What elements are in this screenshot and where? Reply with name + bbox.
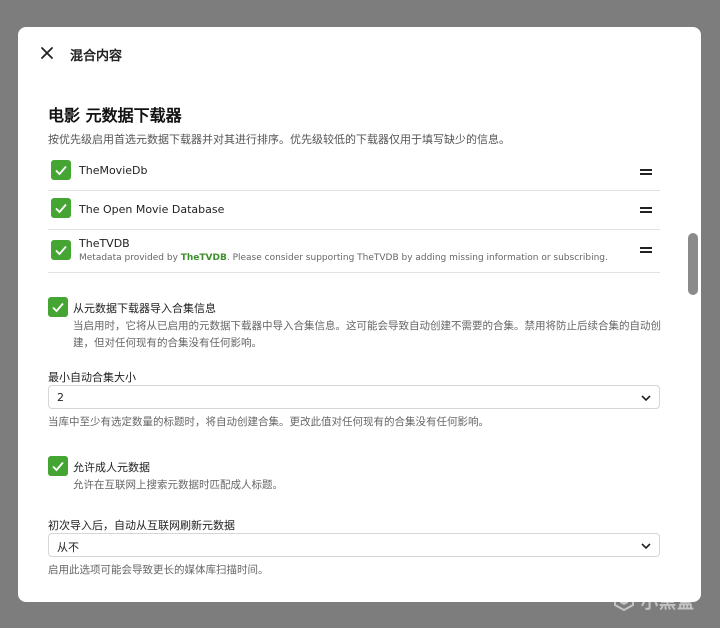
selected-value: 2 <box>57 391 64 404</box>
watermark-text: 小黑盒 <box>641 592 695 613</box>
adult-metadata-description: 允许在互联网上搜索元数据时匹配成人标题。 <box>73 479 283 491</box>
chevron-down-icon <box>641 543 651 550</box>
import-collections-checkbox[interactable] <box>48 297 68 317</box>
adult-metadata-label: 允许成人元数据 <box>73 461 150 474</box>
check-icon <box>55 245 67 256</box>
fetcher-name: TheTVDB <box>79 237 130 250</box>
dialog-title: 混合内容 <box>70 49 123 64</box>
import-collections-description: 当启用时，它将从已启用的元数据下载器中导入合集信息。这可能会导致自动创建不需要的… <box>73 320 661 349</box>
fetcher-list: TheMovieDb The Open Movie Database TheTV… <box>48 155 660 273</box>
chevron-down-icon <box>641 395 651 402</box>
section-title: 电影 元数据下载器 <box>48 106 182 125</box>
check-icon <box>55 165 67 176</box>
check-icon <box>52 302 64 313</box>
note-suffix: . Please consider supporting TheTVDB by … <box>226 253 608 263</box>
fetcher-name: TheMovieDb <box>79 164 148 177</box>
fetcher-checkbox-open-movie-database[interactable] <box>51 198 71 218</box>
note-prefix: Metadata provided by <box>79 253 181 263</box>
fetcher-row-themoviedb: TheMovieDb <box>48 155 660 191</box>
min-collection-size-help: 当库中至少有选定数量的标题时，将自动创建合集。更改此值对任何现有的合集没有任何影… <box>48 416 489 428</box>
fetcher-checkbox-themoviedb[interactable] <box>51 160 71 180</box>
fetcher-attribution-note: Metadata provided by TheTVDB. Please con… <box>79 253 608 263</box>
scrollbar-thumb[interactable] <box>688 233 698 295</box>
drag-handle-icon[interactable] <box>640 169 652 176</box>
drag-handle-icon[interactable] <box>640 207 652 214</box>
min-collection-size-label: 最小自动合集大小 <box>48 371 136 384</box>
fetcher-row-thetvdb: TheTVDB Metadata provided by TheTVDB. Pl… <box>48 230 660 273</box>
thetvdb-link[interactable]: TheTVDB <box>181 253 227 263</box>
fetcher-row-open-movie-database: The Open Movie Database <box>48 191 660 230</box>
close-button[interactable] <box>38 44 56 62</box>
section-description: 按优先级启用首选元数据下载器并对其进行排序。优先级较低的下载器仅用于填写缺少的信… <box>48 133 510 146</box>
check-icon <box>52 461 64 472</box>
adult-metadata-checkbox[interactable] <box>48 456 68 476</box>
watermark-logo-icon <box>614 588 634 612</box>
drag-handle-icon[interactable] <box>640 247 652 254</box>
close-icon <box>41 47 53 59</box>
selected-value: 从不 <box>57 541 79 554</box>
check-icon <box>55 203 67 214</box>
metadata-settings-dialog: 混合内容 电影 元数据下载器 按优先级启用首选元数据下载器并对其进行排序。优先级… <box>18 27 701 602</box>
watermark: 小黑盒 <box>612 587 695 613</box>
fetcher-checkbox-thetvdb[interactable] <box>51 240 71 260</box>
min-collection-size-select[interactable]: 2 <box>48 385 660 409</box>
fetcher-name: The Open Movie Database <box>79 203 225 216</box>
refresh-after-import-label: 初次导入后，自动从互联网刷新元数据 <box>48 519 235 532</box>
refresh-after-import-select[interactable]: 从不 <box>48 533 660 557</box>
refresh-after-import-help: 启用此选项可能会导致更长的媒体库扫描时间。 <box>48 564 269 576</box>
import-collections-label: 从元数据下载器导入合集信息 <box>73 302 216 315</box>
